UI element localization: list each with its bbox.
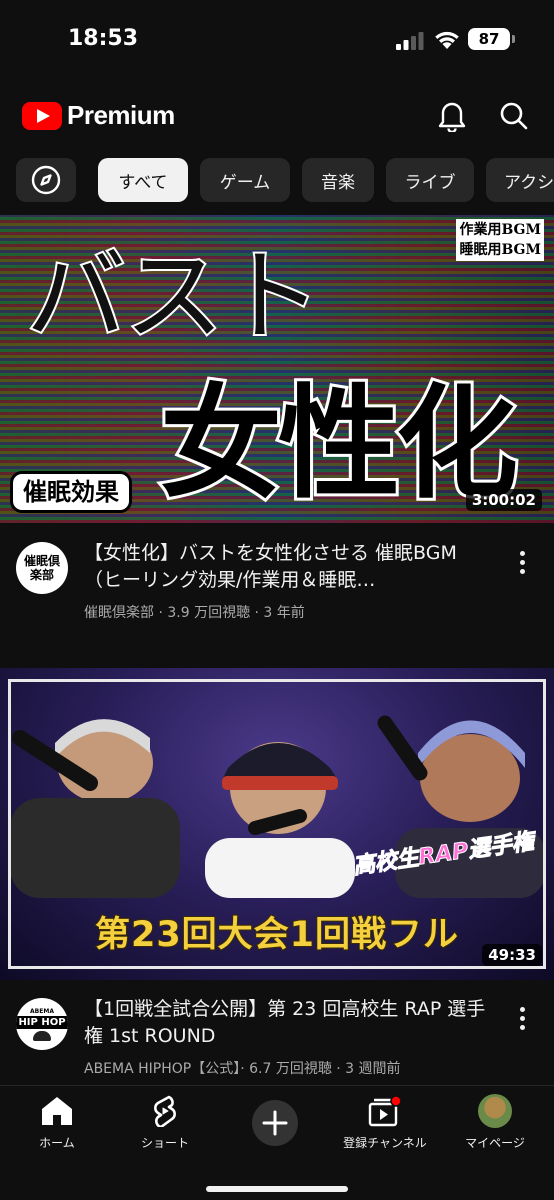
thumbnail-main-text: 女性化: [157, 370, 521, 518]
thumbnail-tag-line: 作業用BGM: [459, 222, 541, 238]
thumbnail-banner: 第23回大会1回戦フル: [94, 914, 460, 956]
chip-live[interactable]: ライブ: [386, 158, 474, 202]
avatar-text: 催眠倶楽部: [23, 554, 60, 582]
home-indicator: [206, 1186, 348, 1192]
nav-subscriptions-label: 登録チャンネル: [343, 1136, 427, 1150]
thumbnail-headline: バスト: [24, 236, 324, 357]
user-avatar: [478, 1094, 512, 1128]
dot: [519, 559, 525, 565]
video-title[interactable]: 【女性化】バストを女性化させる 催眠BGM（ヒーリング効果/作業用＆睡眠…: [84, 540, 488, 594]
status-time: 18:53: [68, 26, 139, 51]
compass-icon: [31, 165, 61, 195]
wifi-icon: [435, 31, 459, 49]
avatar-character-icon: [33, 1030, 51, 1041]
chip-gaming[interactable]: ゲーム: [200, 158, 290, 202]
thumbnail-tag-line: 睡眠用BGM: [459, 242, 541, 258]
plus-icon: [262, 1110, 288, 1136]
video-subtitle: 催眠倶楽部 · 3.9 万回視聴 · 3 年前: [84, 605, 305, 621]
video-thumbnail[interactable]: 高校生RAP選手権 第23回大会1回戦フル 49:33: [0, 668, 554, 980]
nav-home[interactable]: ホーム: [2, 1094, 112, 1154]
dot: [519, 1024, 525, 1030]
video-metadata: ABEMA HIP HOP 【1回戦全試合公開】第 23 回高校生 RAP 選手…: [0, 996, 554, 1082]
more-options-button[interactable]: [510, 542, 534, 582]
home-icon: [42, 1097, 72, 1125]
chip-music[interactable]: 音楽: [302, 158, 374, 202]
nav-subscriptions[interactable]: 登録チャンネル: [330, 1094, 440, 1154]
channel-avatar[interactable]: 催眠倶楽部: [16, 542, 68, 594]
video-thumbnail[interactable]: バスト 作業用BGM 睡眠用BGM 女性化 催眠効果 3:00:02: [0, 215, 554, 523]
nav-shorts[interactable]: ショート: [110, 1094, 220, 1154]
nav-you[interactable]: マイページ: [440, 1094, 550, 1154]
explore-button[interactable]: [16, 158, 76, 202]
cellular-signal-icon: [396, 32, 424, 50]
app-header: Premium: [0, 86, 554, 146]
video-duration: 3:00:02: [465, 489, 542, 511]
status-bar: 18:53 87: [0, 0, 554, 84]
bottom-navigation: ホーム ショート 登録チャンネル マイページ: [0, 1085, 554, 1200]
search-icon: [500, 102, 528, 130]
category-chips: すべて ゲーム 音楽 ライブ アクシ: [0, 158, 554, 204]
video-metadata: 催眠倶楽部 【女性化】バストを女性化させる 催眠BGM（ヒーリング効果/作業用＆…: [0, 540, 554, 640]
notifications-button[interactable]: [432, 96, 472, 136]
create-button[interactable]: [252, 1100, 298, 1146]
youtube-play-icon: [22, 101, 62, 130]
avatar-text: HIP HOP: [16, 1015, 68, 1029]
nav-you-label: マイページ: [465, 1136, 525, 1150]
more-options-button[interactable]: [510, 998, 534, 1038]
channel-avatar[interactable]: ABEMA HIP HOP: [16, 998, 68, 1050]
video-duration: 49:33: [482, 944, 542, 966]
subscriptions-icon: [368, 1095, 402, 1127]
video-subtitle: ABEMA HIPHOP【公式】· 6.7 万回視聴 · 3 週間前: [84, 1061, 401, 1077]
search-button[interactable]: [494, 96, 534, 136]
dot: [519, 1015, 525, 1021]
nav-shorts-label: ショート: [140, 1136, 189, 1150]
chip-all[interactable]: すべて: [98, 158, 188, 202]
battery-indicator: 87: [468, 28, 515, 50]
thumbnail-tag: 作業用BGM 睡眠用BGM: [456, 219, 544, 261]
dot: [519, 568, 525, 574]
nav-home-label: ホーム: [39, 1136, 75, 1150]
chip-action[interactable]: アクシ: [486, 158, 554, 202]
dot: [519, 1006, 525, 1012]
bell-icon: [438, 102, 466, 132]
thumbnail-badge: 催眠効果: [10, 471, 132, 513]
avatar-top-text: ABEMA: [30, 1007, 54, 1015]
video-title[interactable]: 【1回戦全試合公開】第 23 回高校生 RAP 選手権 1st ROUND: [84, 996, 488, 1050]
dot: [519, 550, 525, 556]
brand-label: Premium: [67, 100, 175, 130]
shorts-icon: [154, 1095, 176, 1127]
youtube-premium-logo[interactable]: Premium: [22, 100, 175, 131]
